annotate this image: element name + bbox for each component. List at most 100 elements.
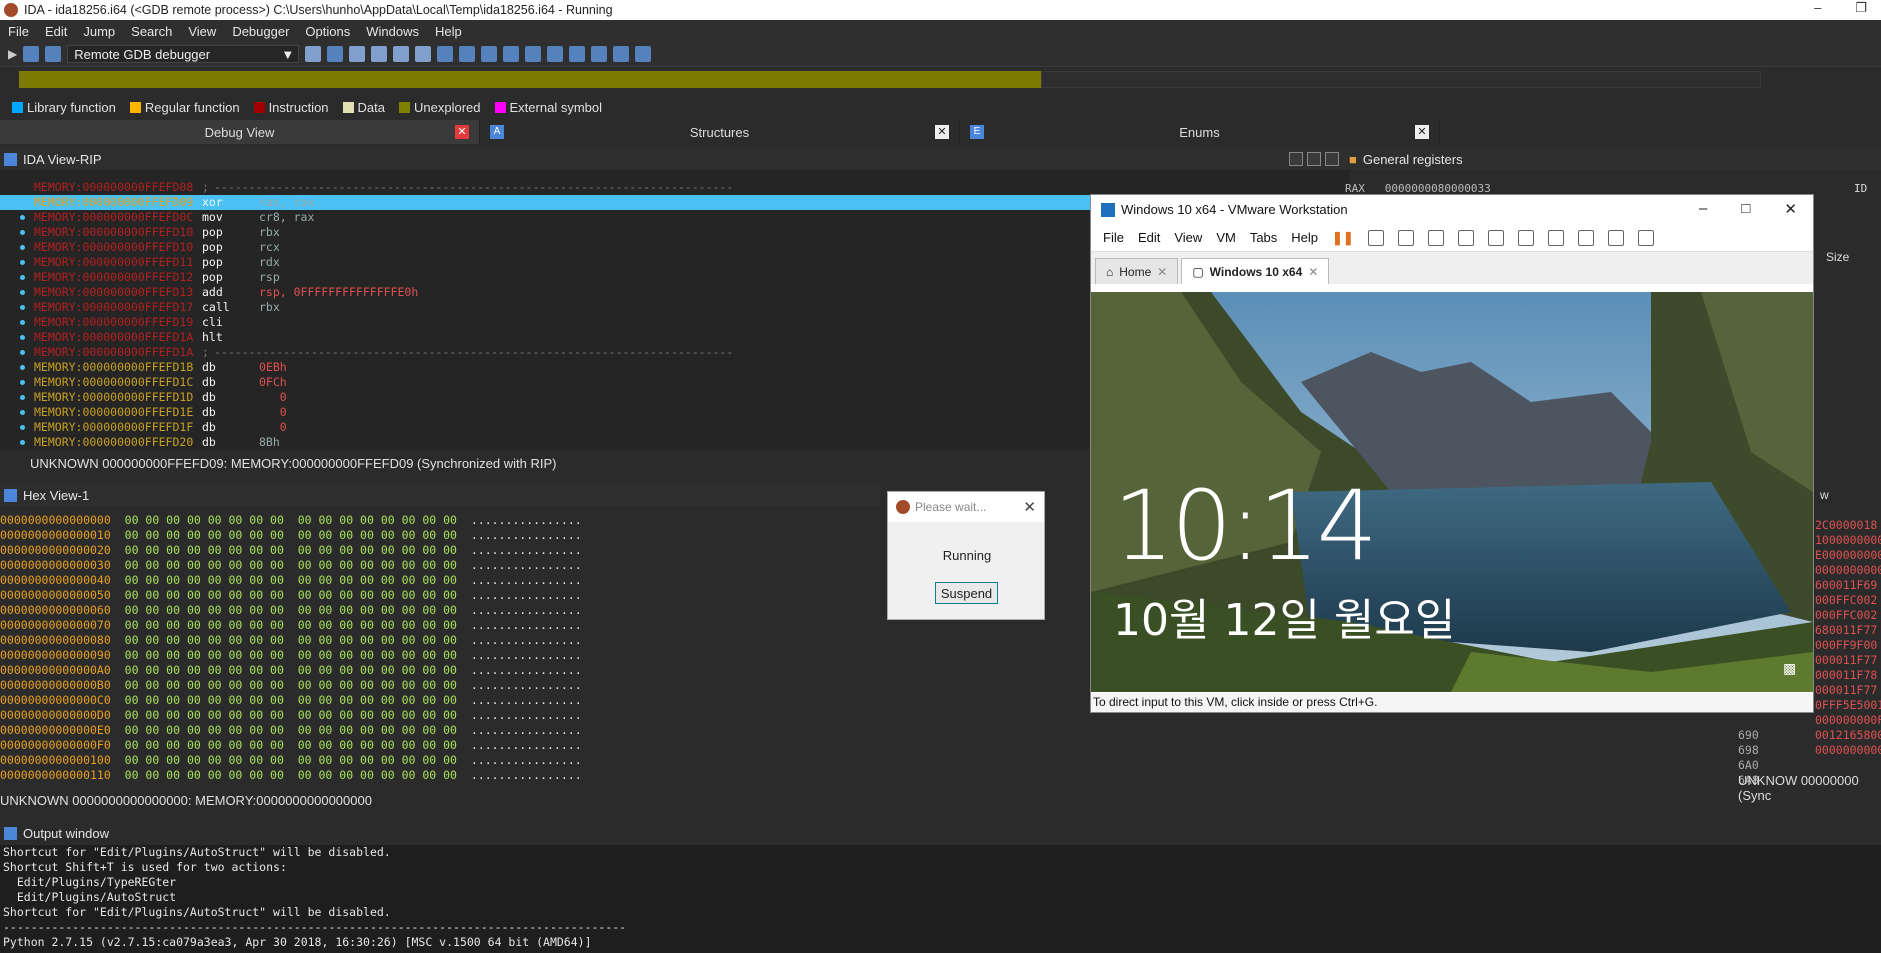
stack-value[interactable]: 0FFF5E5001F78 bbox=[1815, 698, 1881, 713]
layout-icon[interactable] bbox=[569, 46, 586, 62]
menu-search[interactable]: Search bbox=[131, 24, 172, 39]
tools-icon[interactable] bbox=[525, 46, 542, 62]
hex-row[interactable]: 0000000000000090 00 00 00 00 00 00 00 00… bbox=[0, 648, 582, 663]
stack-value[interactable]: 000011F77 bbox=[1815, 683, 1877, 698]
modules-icon[interactable] bbox=[503, 46, 520, 62]
vm-menu-edit[interactable]: Edit bbox=[1138, 230, 1160, 245]
menu-debugger[interactable]: Debugger bbox=[232, 24, 289, 39]
hex-row[interactable]: 00000000000000B0 00 00 00 00 00 00 00 00… bbox=[0, 678, 582, 693]
stack-value[interactable]: 000011F77 bbox=[1815, 653, 1877, 668]
stack-value[interactable]: 00121658001201B bbox=[1815, 728, 1881, 743]
hex-row[interactable]: 0000000000000030 00 00 00 00 00 00 00 00… bbox=[0, 558, 582, 573]
breakpoint-dot[interactable] bbox=[20, 230, 25, 235]
stack-value[interactable]: 00000000000000 bbox=[1815, 743, 1881, 758]
breakpoint-dot[interactable] bbox=[20, 320, 25, 325]
sidebar-icon[interactable] bbox=[1487, 229, 1504, 246]
breakpoint-icon[interactable] bbox=[437, 46, 454, 62]
breakpoint-dot[interactable] bbox=[20, 410, 25, 415]
step-over-icon[interactable] bbox=[371, 46, 388, 62]
hex-row[interactable]: 00000000000000F0 00 00 00 00 00 00 00 00… bbox=[0, 738, 582, 753]
stack-value[interactable]: E000000000 bbox=[1815, 548, 1881, 563]
menu-file[interactable]: File bbox=[8, 24, 29, 39]
snapshot-icon[interactable] bbox=[1397, 229, 1414, 246]
hex-row[interactable]: 00000000000000C0 00 00 00 00 00 00 00 00… bbox=[0, 693, 582, 708]
hex-view[interactable]: 0000000000000000 00 00 00 00 00 00 00 00… bbox=[0, 513, 900, 785]
return-icon[interactable] bbox=[415, 46, 432, 62]
breakpoint-dot[interactable] bbox=[20, 215, 25, 220]
fullscreen-icon[interactable] bbox=[1547, 229, 1564, 246]
breakpoint-dot[interactable] bbox=[20, 335, 25, 340]
list-icon[interactable] bbox=[613, 46, 630, 62]
close-icon[interactable]: ✕ bbox=[1784, 200, 1797, 218]
vm-tab-home[interactable]: ⌂ Home ✕ bbox=[1095, 258, 1179, 284]
close-icon[interactable]: ✕ bbox=[1308, 265, 1318, 279]
hex-row[interactable]: 0000000000000020 00 00 00 00 00 00 00 00… bbox=[0, 543, 582, 558]
revert-icon[interactable] bbox=[1427, 229, 1444, 246]
stack-value[interactable]: 000FF9F00 bbox=[1815, 638, 1877, 653]
restore-icon[interactable]: ❐ bbox=[1855, 0, 1867, 16]
pause-icon[interactable] bbox=[23, 46, 40, 62]
hex-row[interactable]: 0000000000000080 00 00 00 00 00 00 00 00… bbox=[0, 633, 582, 648]
breakpoint-dot[interactable] bbox=[20, 350, 25, 355]
close-icon[interactable]: ✕ bbox=[1415, 125, 1429, 139]
stop-icon[interactable] bbox=[45, 46, 62, 62]
breakpoint-dot[interactable] bbox=[20, 395, 25, 400]
debugger-select[interactable]: Remote GDB debugger ▼ bbox=[67, 45, 300, 63]
breakpoint-dot[interactable] bbox=[20, 440, 25, 445]
vm-menu-tabs[interactable]: Tabs bbox=[1250, 230, 1277, 245]
struct-icon[interactable] bbox=[635, 46, 652, 62]
breakpoint-dot[interactable] bbox=[20, 365, 25, 370]
stretch-icon[interactable] bbox=[1637, 229, 1654, 246]
tab-structures[interactable]: A Structures ✕ bbox=[480, 120, 960, 144]
vm-tab-windows10[interactable]: ▢ Windows 10 x64 ✕ bbox=[1181, 258, 1330, 284]
hex-row[interactable]: 0000000000000050 00 00 00 00 00 00 00 00… bbox=[0, 588, 582, 603]
hex-row[interactable]: 0000000000000100 00 00 00 00 00 00 00 00… bbox=[0, 753, 582, 768]
minimize-icon[interactable]: – bbox=[1814, 0, 1821, 16]
stack-value[interactable]: 000000000FFC002 bbox=[1815, 713, 1881, 728]
breakpoint-dot[interactable] bbox=[20, 260, 25, 265]
vm-menu-file[interactable]: File bbox=[1103, 230, 1124, 245]
hex-row[interactable]: 0000000000000000 00 00 00 00 00 00 00 00… bbox=[0, 513, 582, 528]
hex-row[interactable]: 0000000000000110 00 00 00 00 00 00 00 00… bbox=[0, 768, 582, 783]
threads-icon[interactable] bbox=[481, 46, 498, 62]
menu-help[interactable]: Help bbox=[435, 24, 462, 39]
stack-value[interactable]: 1000000000 bbox=[1815, 533, 1881, 548]
breakpoint-dot[interactable] bbox=[20, 290, 25, 295]
stack-value[interactable]: 680011F77 bbox=[1815, 623, 1877, 638]
navigation-band-unexplored[interactable] bbox=[19, 71, 1041, 88]
hex-row[interactable]: 0000000000000060 00 00 00 00 00 00 00 00… bbox=[0, 603, 582, 618]
close-icon[interactable] bbox=[1325, 152, 1339, 166]
stack-value[interactable]: 000011F78 bbox=[1815, 668, 1877, 683]
hex-row[interactable]: 00000000000000A0 00 00 00 00 00 00 00 00… bbox=[0, 663, 582, 678]
thumbnail-icon[interactable] bbox=[1517, 229, 1534, 246]
maximize-icon[interactable]: □ bbox=[1741, 200, 1750, 218]
breakpoint-dot[interactable] bbox=[20, 380, 25, 385]
send-keys-icon[interactable] bbox=[1367, 229, 1384, 246]
stack-value[interactable]: 0000000000 bbox=[1815, 563, 1881, 578]
vm-screen-lockscreen[interactable]: 10:14 10월 12일 월요일 ▩ bbox=[1091, 292, 1813, 692]
vm-menu-help[interactable]: Help bbox=[1291, 230, 1318, 245]
hex-row[interactable]: 0000000000000070 00 00 00 00 00 00 00 00… bbox=[0, 618, 582, 633]
hex-row[interactable]: 0000000000000010 00 00 00 00 00 00 00 00… bbox=[0, 528, 582, 543]
output-window[interactable]: Shortcut for "Edit/Plugins/AutoStruct" w… bbox=[0, 845, 1881, 953]
close-icon[interactable]: ✕ bbox=[1023, 498, 1036, 516]
attach-icon[interactable] bbox=[305, 46, 322, 62]
breakpoint-dot[interactable] bbox=[20, 275, 25, 280]
stack-value[interactable]: 000FFC002 bbox=[1815, 608, 1877, 623]
memory-icon[interactable] bbox=[459, 46, 476, 62]
graph-icon[interactable] bbox=[547, 46, 564, 62]
hex-row[interactable]: 0000000000000040 00 00 00 00 00 00 00 00… bbox=[0, 573, 582, 588]
vm-menu-view[interactable]: View bbox=[1174, 230, 1202, 245]
hex-row[interactable]: 00000000000000D0 00 00 00 00 00 00 00 00… bbox=[0, 708, 582, 723]
breakpoint-dot[interactable] bbox=[20, 200, 25, 205]
restore-icon[interactable] bbox=[1307, 152, 1321, 166]
play-icon[interactable]: ▶ bbox=[8, 47, 17, 61]
unity-icon[interactable] bbox=[1577, 229, 1594, 246]
stack-value[interactable]: 600011F69 bbox=[1815, 578, 1877, 593]
menu-windows[interactable]: Windows bbox=[366, 24, 419, 39]
close-icon[interactable]: ✕ bbox=[935, 125, 949, 139]
stack-value[interactable]: 2C0000018 bbox=[1815, 518, 1877, 533]
tab-debug-view[interactable]: Debug View ✕ bbox=[0, 120, 480, 144]
run-to-cursor-icon[interactable] bbox=[393, 46, 410, 62]
disasm-line[interactable]: MEMORY:000000000FFEFD08; ----------------… bbox=[0, 180, 1350, 195]
